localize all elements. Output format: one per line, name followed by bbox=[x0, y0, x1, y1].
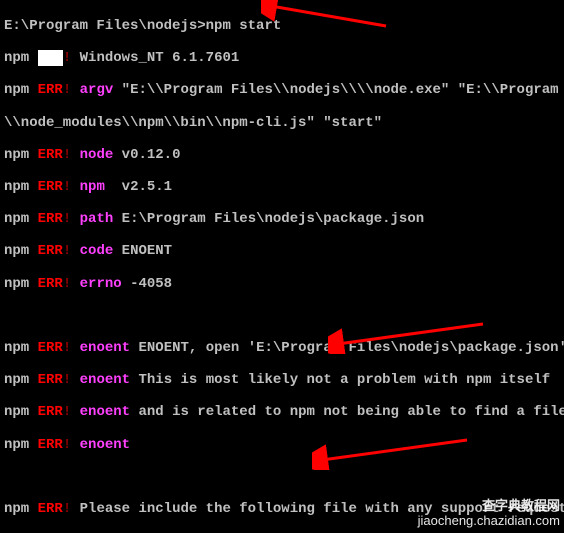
err-label: ERR bbox=[38, 50, 63, 66]
node-version: v0.12.0 bbox=[122, 147, 181, 163]
enoent-msg: ENOENT, open 'E:\Program Files\nodejs\pa… bbox=[138, 340, 564, 356]
code-value: ENOENT bbox=[122, 243, 172, 259]
errno-value: -4058 bbox=[130, 276, 172, 292]
watermark: 查字典教程网 jiaocheng.chazidian.com bbox=[418, 499, 560, 529]
prompt[interactable]: E:\Program Files\nodejs> bbox=[4, 18, 206, 34]
argv-value: "E:\\Program Files\\nodejs\\\\node.exe" … bbox=[122, 82, 564, 98]
command: npm start bbox=[206, 18, 282, 34]
terminal-output: E:\Program Files\nodejs>npm start npm ER… bbox=[0, 0, 564, 533]
watermark-title: 查字典教程网 bbox=[418, 499, 560, 514]
watermark-url: jiaocheng.chazidian.com bbox=[418, 514, 560, 529]
path-value: E:\Program Files\nodejs\package.json bbox=[122, 211, 424, 227]
npm-label: npm bbox=[4, 50, 29, 66]
platform: Windows_NT 6.1.7601 bbox=[80, 50, 240, 66]
npm-version: v2.5.1 bbox=[122, 179, 172, 195]
argv-value-cont: \\node_modules\\npm\\bin\\npm-cli.js" "s… bbox=[4, 115, 382, 131]
bang-icon: ! bbox=[63, 50, 71, 66]
argv-label: argv bbox=[80, 82, 114, 98]
